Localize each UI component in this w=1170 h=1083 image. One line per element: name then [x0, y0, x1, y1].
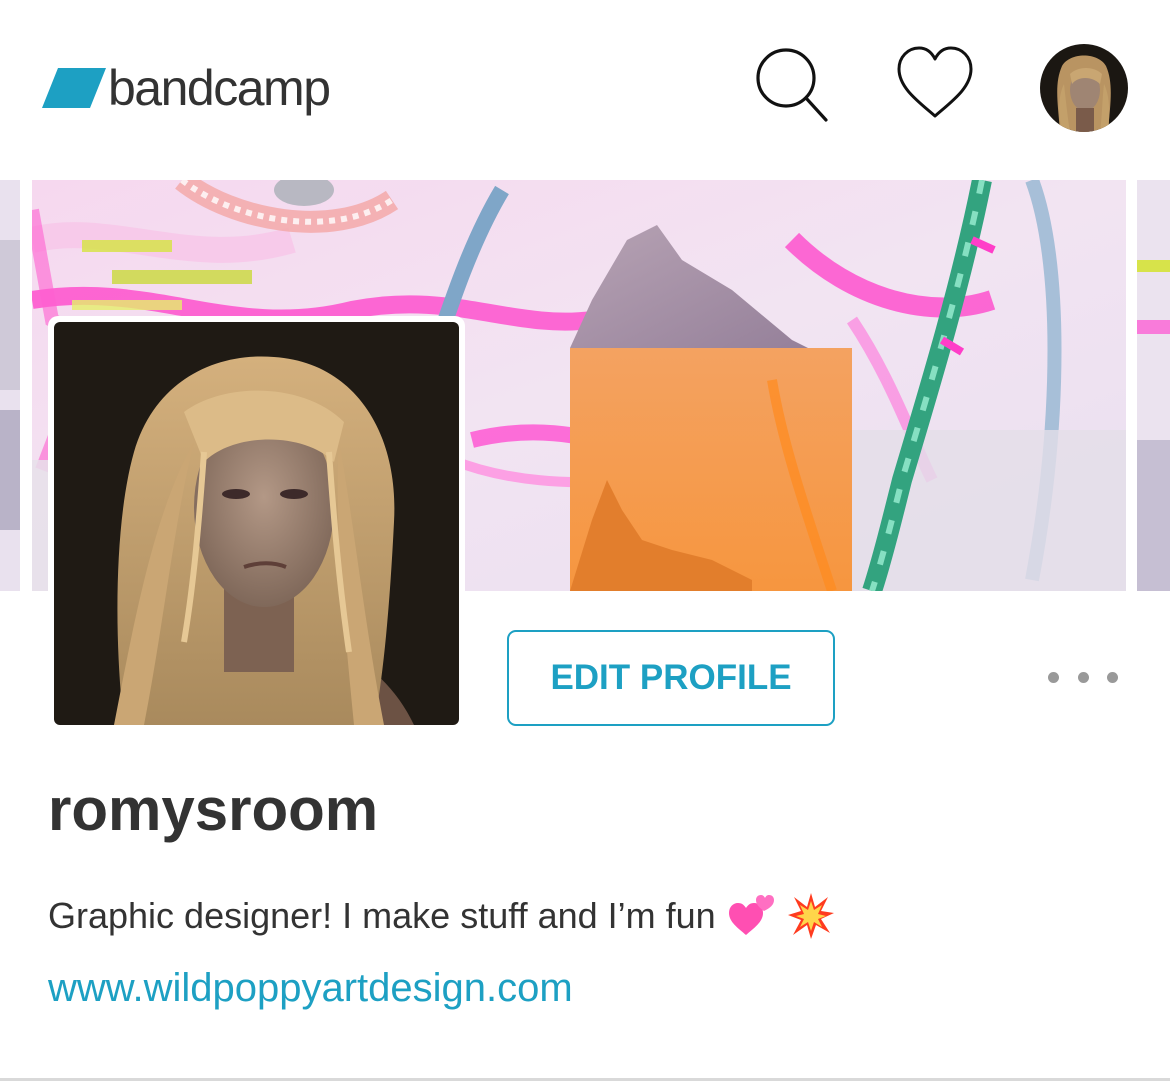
- user-avatar-image: [1040, 44, 1128, 132]
- bio-text: Graphic designer! I make stuff and I’m f…: [48, 895, 716, 936]
- more-dot: [1107, 671, 1118, 683]
- profile-bio: Graphic designer! I make stuff and I’m f…: [48, 888, 836, 944]
- more-dot: [1077, 671, 1089, 683]
- two-hearts-emoji-icon: [728, 895, 774, 935]
- search-icon: [756, 48, 828, 122]
- section-divider: [0, 1078, 1170, 1081]
- more-dot: [1048, 671, 1059, 683]
- logo-wordmark: bandcamp: [108, 60, 331, 116]
- bandcamp-logo-mark-icon: [42, 68, 106, 108]
- profile-portrait: [54, 322, 459, 725]
- cover-banner-edge-left: [0, 180, 20, 591]
- edit-profile-button[interactable]: EDIT PROFILE: [507, 630, 835, 726]
- banner-edge-art-right: [1137, 180, 1170, 591]
- user-avatar-button[interactable]: [1040, 44, 1128, 132]
- wishlist-button[interactable]: [893, 42, 977, 126]
- banner-edge-art-left: [0, 180, 20, 591]
- collision-emoji-icon: [787, 893, 834, 939]
- profile-photo[interactable]: [48, 316, 465, 731]
- bandcamp-logo[interactable]: bandcamp: [42, 58, 331, 118]
- profile-photo-image: [54, 322, 459, 725]
- heart-icon: [897, 46, 973, 118]
- profile-page: bandcamp EDIT PROFILE romysroom Graphic …: [0, 0, 1170, 1083]
- more-options-icon[interactable]: [1048, 660, 1118, 694]
- profile-website-link[interactable]: www.wildpoppyartdesign.com: [48, 960, 573, 1016]
- top-bar: bandcamp: [0, 0, 1170, 178]
- cover-banner-edge-right: [1137, 180, 1170, 591]
- profile-username: romysroom: [48, 776, 379, 843]
- search-button[interactable]: [750, 42, 834, 126]
